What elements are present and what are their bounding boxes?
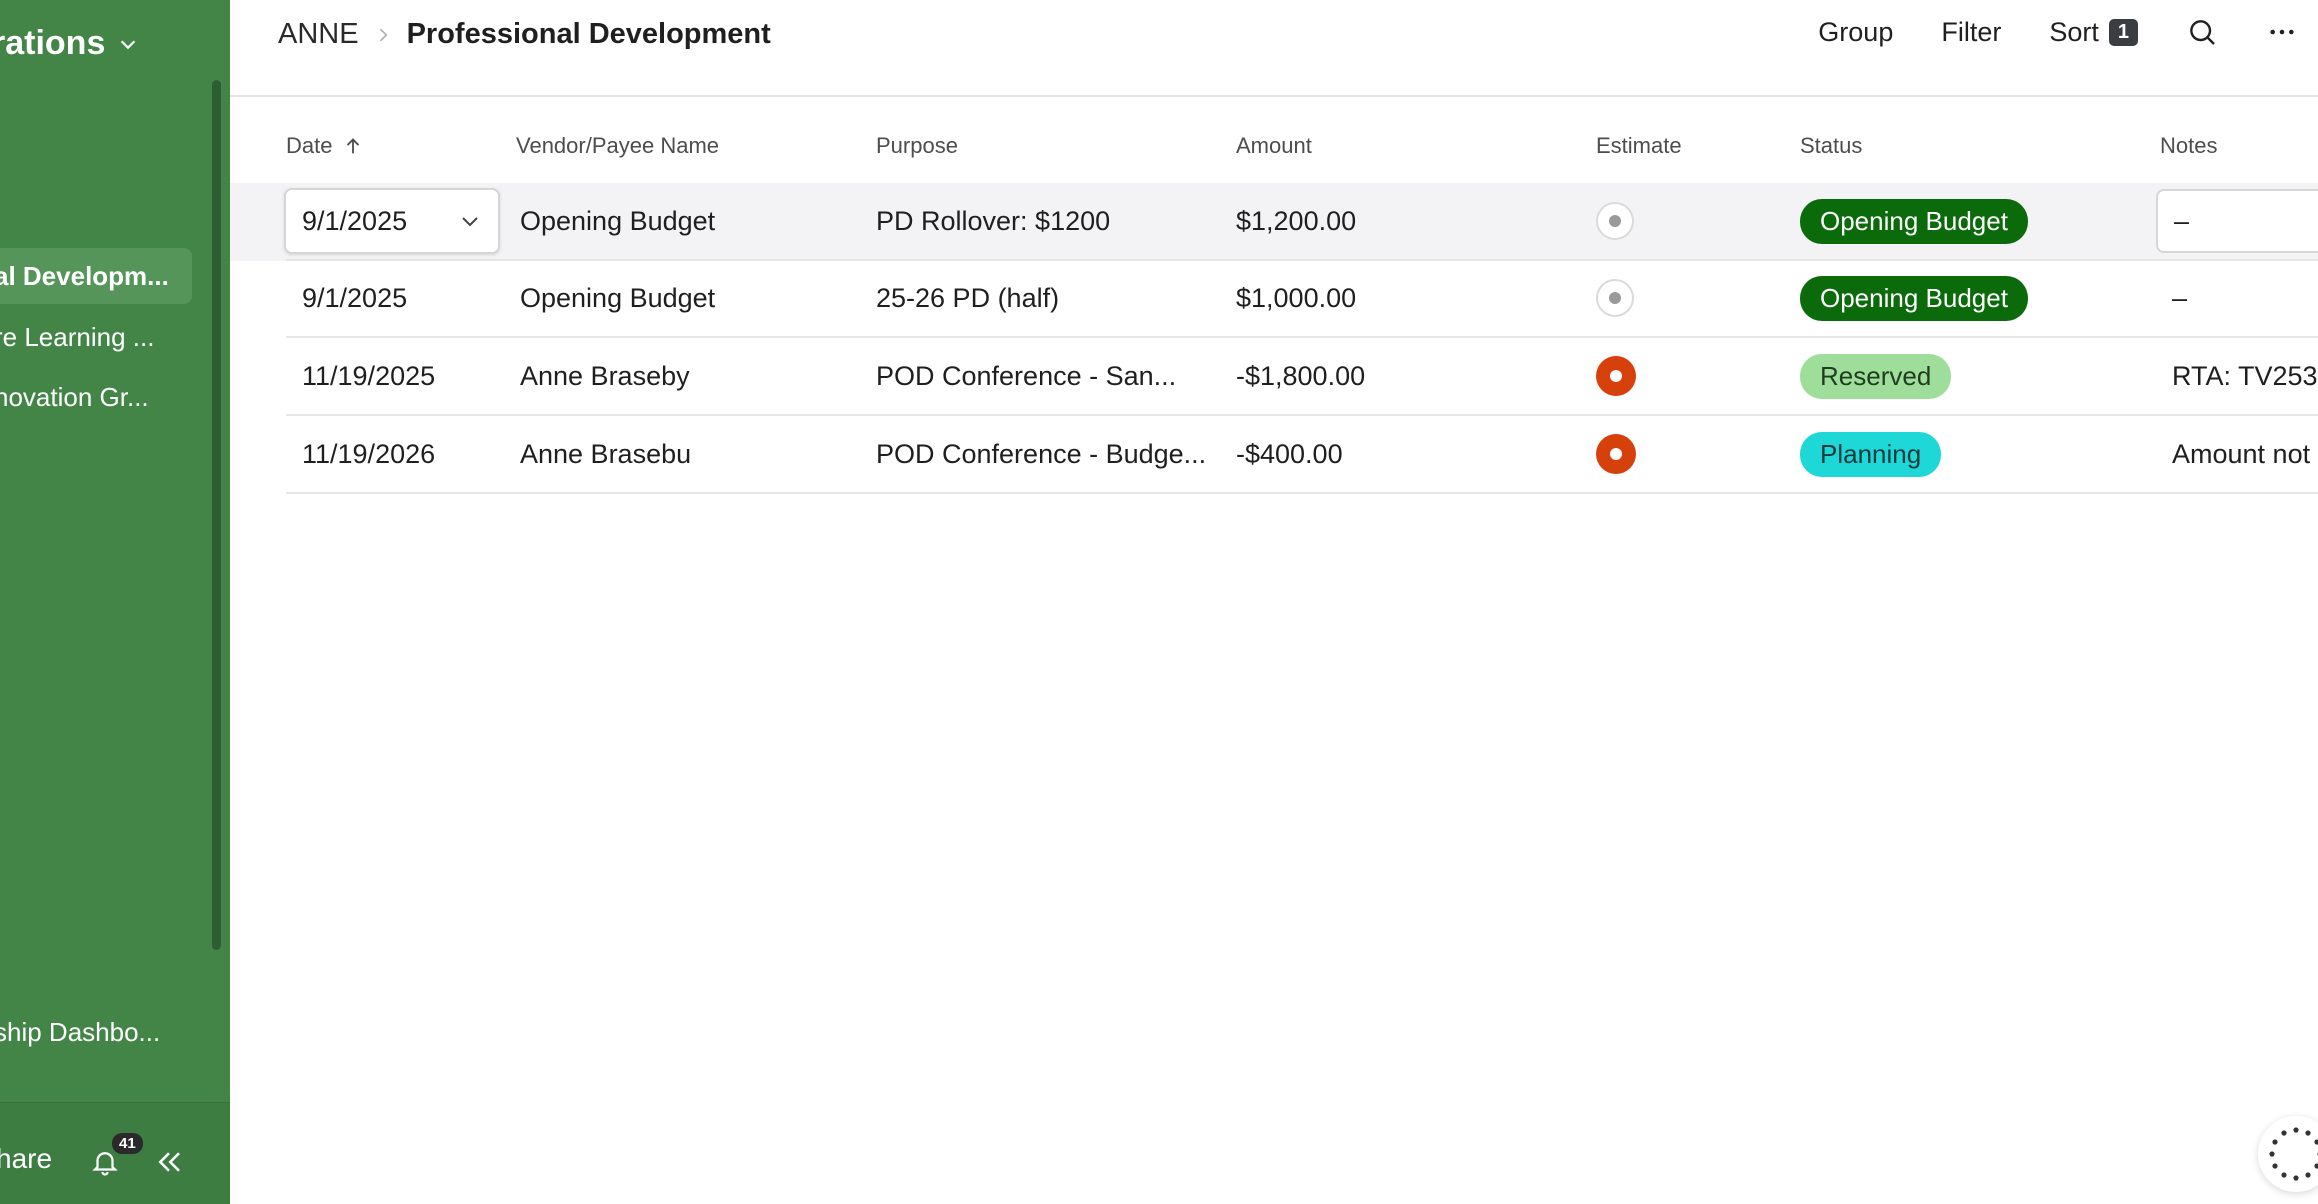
search-icon[interactable] xyxy=(2186,16,2218,48)
sidebar-item-label: novation Gr... xyxy=(0,381,149,412)
column-header-vendor[interactable]: Vendor/Payee Name xyxy=(516,133,719,159)
loading-spinner xyxy=(2258,1116,2318,1192)
notes-cell[interactable]: – xyxy=(2172,260,2187,336)
sidebar: rations al Developm... re Learning ... n… xyxy=(0,0,230,1204)
sidebar-footer: hare 41 xyxy=(0,1102,230,1204)
table-row[interactable]: 9/1/2025 Opening Budget 25-26 PD (half) … xyxy=(230,260,2318,338)
amount-cell[interactable]: -$400.00 xyxy=(1236,416,1343,492)
purpose-cell[interactable]: POD Conference - Budge... xyxy=(876,416,1206,492)
filter-label: Filter xyxy=(1941,16,2002,47)
more-options-icon[interactable] xyxy=(2266,16,2298,48)
page-title: Professional Development xyxy=(406,18,771,50)
sidebar-item-label: re Learning ... xyxy=(0,321,155,352)
estimate-toggle-off[interactable] xyxy=(1596,202,1634,240)
spinner-icon xyxy=(2269,1127,2318,1181)
status-cell[interactable]: Planning xyxy=(1800,416,1942,492)
estimate-toggle-on[interactable] xyxy=(1596,434,1636,474)
column-header-purpose[interactable]: Purpose xyxy=(876,133,958,159)
sort-count-badge: 1 xyxy=(2108,18,2138,46)
column-header-notes[interactable]: Notes xyxy=(2160,133,2217,159)
filter-button[interactable]: Filter xyxy=(1941,17,2001,48)
workspace-switcher[interactable]: rations xyxy=(0,24,139,63)
sidebar-scrollbar[interactable] xyxy=(212,80,221,950)
date-cell[interactable]: 9/1/2025 xyxy=(302,260,407,336)
status-cell[interactable]: Reserved xyxy=(1800,338,1952,414)
sidebar-item-label: ship Dashbo... xyxy=(0,1016,161,1047)
purpose-cell[interactable]: PD Rollover: $1200 xyxy=(876,183,1110,259)
vendor-cell[interactable]: Opening Budget xyxy=(520,260,715,336)
sidebar-item-learning[interactable]: re Learning ... xyxy=(0,309,192,365)
amount-cell[interactable]: $1,000.00 xyxy=(1236,260,1356,336)
notes-cell[interactable]: Amount not xyxy=(2172,416,2310,492)
table-row[interactable]: 11/19/2025 Anne Braseby POD Conference -… xyxy=(230,338,2318,416)
column-label: Date xyxy=(286,133,333,158)
sidebar-item-innovation[interactable]: novation Gr... xyxy=(0,369,192,425)
column-label: Notes xyxy=(2160,133,2218,158)
purpose-cell[interactable]: POD Conference - San... xyxy=(876,338,1176,414)
table-header: Date Vendor/Payee Name Purpose Amount Es… xyxy=(230,97,2318,183)
amount-cell[interactable]: -$1,800.00 xyxy=(1236,338,1365,414)
date-cell[interactable]: 11/19/2026 xyxy=(302,416,435,492)
estimate-toggle-off[interactable] xyxy=(1596,279,1634,317)
estimate-toggle-on[interactable] xyxy=(1596,356,1636,396)
sidebar-item-professional-development[interactable]: al Developm... xyxy=(0,248,192,304)
table-row[interactable]: 11/19/2026 Anne Brasebu POD Conference -… xyxy=(230,416,2318,494)
column-label: Amount xyxy=(1236,133,1312,158)
estimate-cell[interactable] xyxy=(1596,416,1636,492)
chevron-down-icon xyxy=(462,217,478,227)
column-label: Vendor/Payee Name xyxy=(516,133,720,158)
column-label: Purpose xyxy=(876,133,958,158)
column-header-status[interactable]: Status xyxy=(1800,133,1862,159)
workspace-title: rations xyxy=(0,24,106,62)
status-badge: Planning xyxy=(1800,431,1942,477)
sort-ascending-icon xyxy=(347,138,360,154)
notification-badge: 41 xyxy=(112,1133,143,1154)
vendor-cell[interactable]: Opening Budget xyxy=(520,183,715,259)
table-row[interactable]: 9/1/2025 Opening Budget PD Rollover: $12… xyxy=(230,183,2318,261)
double-chevron-left-icon xyxy=(158,1152,180,1172)
app-window: rations al Developm... re Learning ... n… xyxy=(0,0,2318,1204)
data-table: Date Vendor/Payee Name Purpose Amount Es… xyxy=(230,97,2318,1204)
status-cell[interactable]: Opening Budget xyxy=(1800,260,2028,336)
row-divider xyxy=(286,492,2318,494)
group-button[interactable]: Group xyxy=(1818,17,1893,48)
vendor-cell[interactable]: Anne Braseby xyxy=(520,338,690,414)
chevron-down-icon xyxy=(121,39,136,49)
sort-button[interactable]: Sort 1 xyxy=(2049,17,2138,48)
column-label: Status xyxy=(1800,133,1863,158)
notes-cell[interactable]: RTA: TV253 xyxy=(2172,338,2318,414)
notes-input[interactable]: – xyxy=(2156,189,2318,253)
estimate-cell[interactable] xyxy=(1596,338,1636,414)
column-label: Estimate xyxy=(1596,133,1682,158)
date-cell[interactable]: 11/19/2025 xyxy=(302,338,435,414)
column-header-estimate[interactable]: Estimate xyxy=(1596,133,1682,159)
column-header-amount[interactable]: Amount xyxy=(1236,133,1312,159)
sort-label: Sort xyxy=(2049,16,2099,47)
group-label: Group xyxy=(1818,16,1894,47)
breadcrumb: ANNE Professional Development xyxy=(278,18,771,51)
collapse-sidebar-button[interactable] xyxy=(154,1147,184,1177)
date-select[interactable]: 9/1/2025 xyxy=(284,188,500,254)
status-badge: Opening Budget xyxy=(1800,198,2028,244)
estimate-cell[interactable] xyxy=(1596,183,1634,259)
chevron-right-icon xyxy=(379,28,388,41)
column-header-date[interactable]: Date xyxy=(286,133,364,159)
toolbar: Group Filter Sort 1 xyxy=(1818,16,2318,48)
breadcrumb-root[interactable]: ANNE xyxy=(278,18,359,51)
sidebar-item-label: al Developm... xyxy=(0,260,169,291)
estimate-cell[interactable] xyxy=(1596,260,1634,336)
amount-cell[interactable]: $1,200.00 xyxy=(1236,183,1356,259)
vendor-cell[interactable]: Anne Brasebu xyxy=(520,416,691,492)
status-badge: Opening Budget xyxy=(1800,275,2028,321)
date-value: 9/1/2025 xyxy=(302,205,408,236)
status-badge: Reserved xyxy=(1800,353,1952,399)
sidebar-item-dashboard[interactable]: ship Dashbo... xyxy=(0,1004,192,1060)
purpose-cell[interactable]: 25-26 PD (half) xyxy=(876,260,1059,336)
status-cell[interactable]: Opening Budget xyxy=(1800,183,2028,259)
top-bar: ANNE Professional Development Group Filt… xyxy=(230,0,2318,97)
share-button[interactable]: hare xyxy=(0,1143,52,1175)
